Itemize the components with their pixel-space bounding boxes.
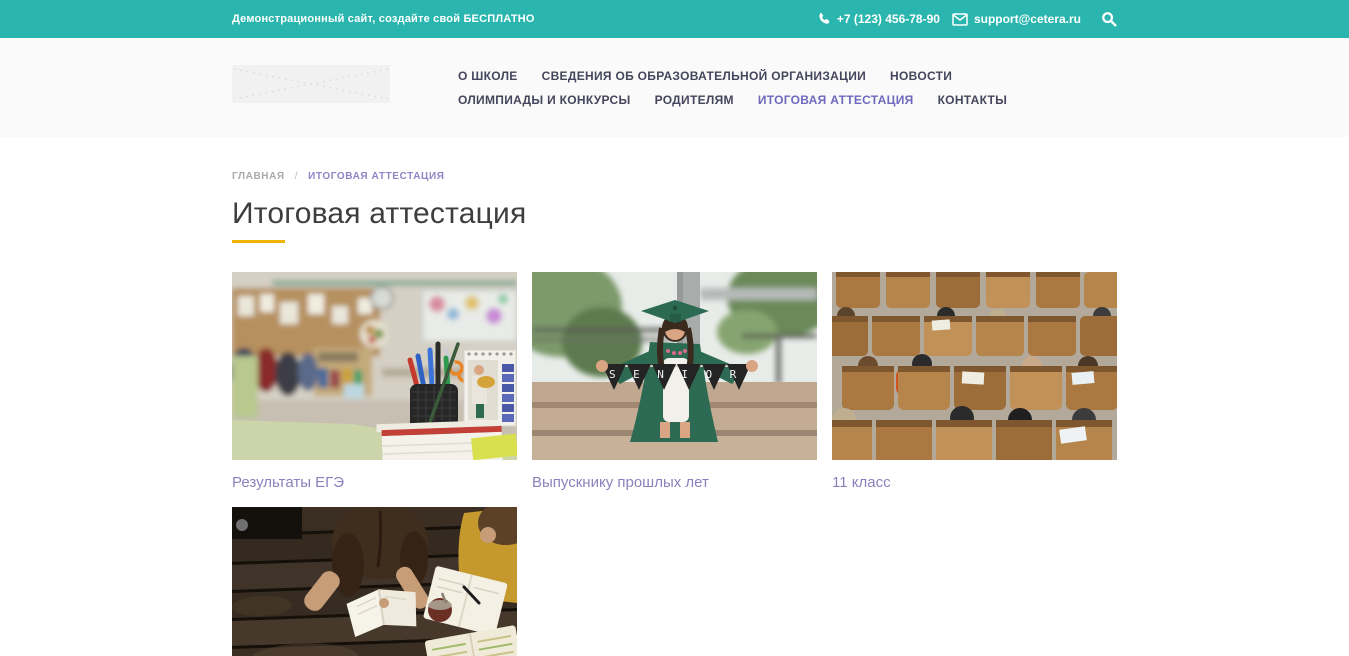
card-ege-results: Результаты ЕГЭ [232,272,517,507]
search-button[interactable] [1101,11,1117,27]
main-navigation: О ШКОЛЕ СВЕДЕНИЯ ОБ ОБРАЗОВАТЕЛЬНОЙ ОРГА… [458,65,1117,108]
search-icon [1101,11,1117,27]
email-link[interactable]: support@cetera.ru [952,12,1081,26]
phone-number: +7 (123) 456-78-90 [837,12,940,26]
phone-icon [817,12,831,26]
breadcrumb-separator: / [295,171,298,182]
site-header: О ШКОЛЕ СВЕДЕНИЯ ОБ ОБРАЗОВАТЕЛЬНОЙ ОРГА… [0,38,1349,137]
card-label[interactable]: Выпускнику прошлых лет [532,460,817,507]
card-ege-results-image[interactable] [232,272,517,460]
nav-item-parents[interactable]: РОДИТЕЛЯМ [655,93,734,108]
email-address: support@cetera.ru [974,12,1081,26]
card-label[interactable]: 11 класс [832,460,1117,507]
breadcrumb: ГЛАВНАЯ / ИТОГОВАЯ АТТЕСТАЦИЯ [232,171,1117,182]
card-11-grade: 11 класс [832,272,1117,507]
nav-item-contacts[interactable]: КОНТАКТЫ [938,93,1008,108]
nav-item-final-attestation[interactable]: ИТОГОВАЯ АТТЕСТАЦИЯ [758,93,914,108]
nav-item-olympiads[interactable]: ОЛИМПИАДЫ И КОНКУРСЫ [458,93,631,108]
topbar: Демонстрационный сайт, создайте свой БЕС… [0,0,1349,38]
breadcrumb-current: ИТОГОВАЯ АТТЕСТАЦИЯ [308,171,444,182]
senior-banner-text: SENIOR [609,368,754,381]
lecture-hall-audience-photo [832,272,1117,460]
site-logo-placeholder[interactable] [232,65,390,103]
envelope-icon [952,13,968,26]
nav-item-about-school[interactable]: О ШКОЛЕ [458,69,518,84]
breadcrumb-home-link[interactable]: ГЛАВНАЯ [232,171,285,182]
students-studying-table-photo [232,507,517,656]
card-label[interactable]: Результаты ЕГЭ [232,460,517,507]
title-underline [232,240,285,243]
cards-grid: Результаты ЕГЭ [232,272,1117,656]
card-past-graduates-image[interactable]: SENIOR [532,272,817,460]
card-studying [232,507,517,656]
nav-item-news[interactable]: НОВОСТИ [890,69,952,84]
card-11-grade-image[interactable] [832,272,1117,460]
page-title: Итоговая аттестация [232,197,1117,231]
phone-link[interactable]: +7 (123) 456-78-90 [817,12,940,26]
nav-item-org-info[interactable]: СВЕДЕНИЯ ОБ ОБРАЗОВАТЕЛЬНОЙ ОРГАНИЗАЦИИ [542,69,866,84]
main-content: ГЛАВНАЯ / ИТОГОВАЯ АТТЕСТАЦИЯ Итоговая а… [232,171,1117,656]
card-past-graduates: SENIOR Выпускнику прошлых лет [532,272,817,507]
graduate-senior-banner-photo: SENIOR [532,272,817,460]
classroom-supplies-photo [232,272,517,460]
card-studying-image[interactable] [232,507,517,656]
demo-site-banner-text: Демонстрационный сайт, создайте свой БЕС… [232,13,535,25]
